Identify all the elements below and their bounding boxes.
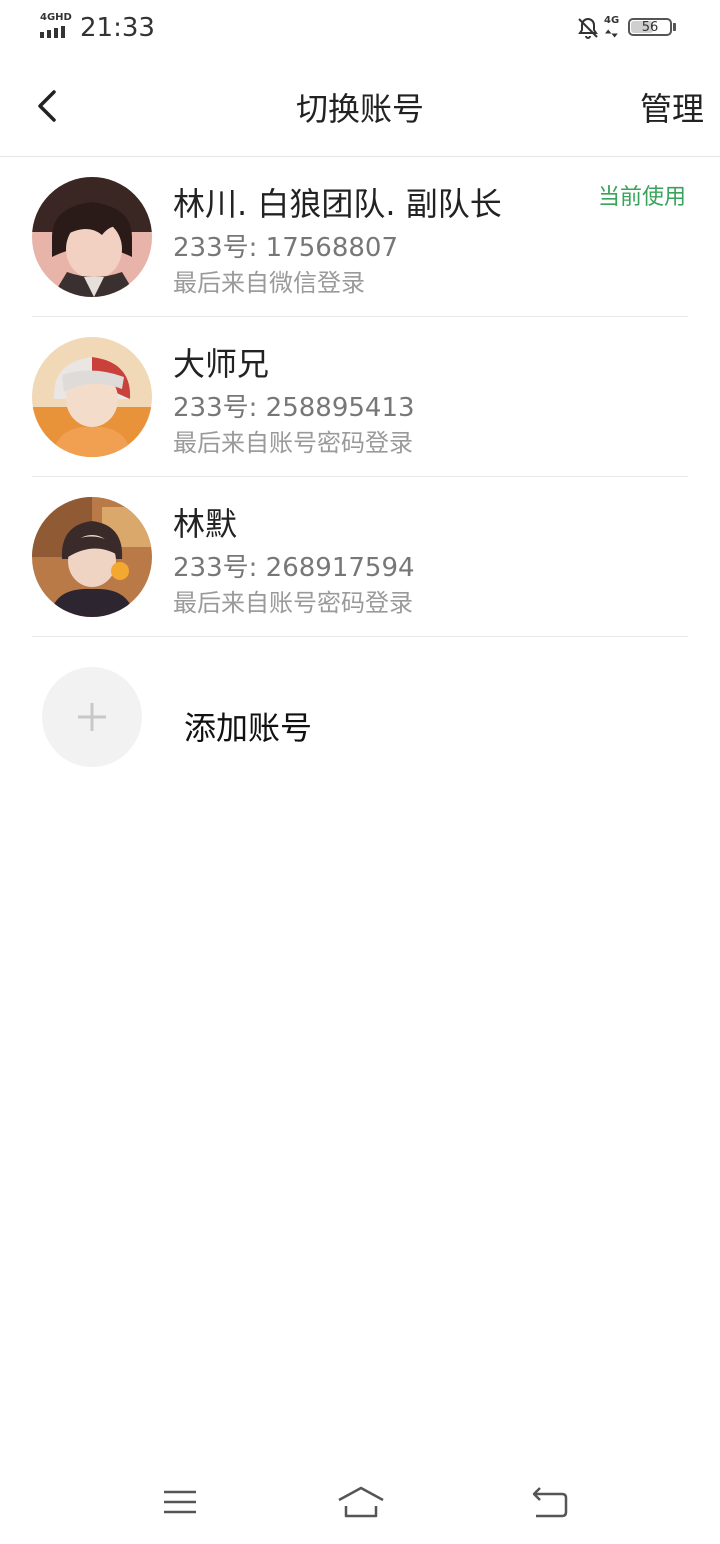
page-title: 切换账号 — [295, 90, 424, 128]
avatar — [32, 177, 152, 297]
account-row[interactable]: 大师兄 233号: 258895413 最后来自账号密码登录 — [0, 317, 720, 477]
last-login: 最后来自微信登录 — [173, 269, 365, 297]
add-account-button[interactable] — [42, 667, 142, 767]
network-4g-icon: 4G — [604, 15, 624, 41]
signal-icon: 4GHD — [38, 12, 72, 42]
manage-button[interactable]: 管理 — [640, 84, 704, 130]
menu-icon[interactable] — [158, 1482, 202, 1522]
home-icon[interactable] — [336, 1482, 386, 1522]
last-login: 最后来自账号密码登录 — [173, 589, 413, 617]
back-nav-icon[interactable] — [528, 1482, 572, 1522]
battery-tip — [673, 23, 676, 31]
account-list: 林川. 白狼团队. 副队长 233号: 17568807 最后来自微信登录 当前… — [0, 157, 720, 797]
account-name: 林默 — [173, 505, 238, 543]
account-row[interactable]: 林默 233号: 268917594 最后来自账号密码登录 — [0, 477, 720, 637]
account-row[interactable]: 林川. 白狼团队. 副队长 233号: 17568807 最后来自微信登录 当前… — [0, 157, 720, 317]
header: 切换账号 管理 — [0, 58, 720, 157]
plus-icon — [78, 703, 106, 731]
network-4g-label: 4G — [604, 15, 620, 26]
account-id: 233号: 17568807 — [173, 233, 398, 263]
status-right: 4G 56 — [576, 14, 680, 44]
add-account-row[interactable]: 添加账号 — [0, 637, 720, 797]
battery-text: 56 — [641, 20, 659, 35]
system-nav-bar — [0, 1460, 720, 1544]
current-badge: 当前使用 — [597, 185, 686, 210]
battery-icon: 56 — [628, 18, 672, 36]
last-login: 最后来自账号密码登录 — [173, 429, 413, 457]
account-id: 233号: 268917594 — [173, 553, 415, 583]
status-bar: 4GHD 21:33 4G 56 — [0, 0, 720, 58]
clock: 21:33 — [80, 13, 155, 43]
account-name: 大师兄 — [173, 345, 270, 383]
account-name: 林川. 白狼团队. 副队长 — [173, 185, 502, 223]
network-type: 4GHD — [40, 12, 72, 23]
account-id: 233号: 258895413 — [173, 393, 415, 423]
add-account-label[interactable]: 添加账号 — [184, 703, 312, 749]
avatar — [32, 337, 152, 457]
bell-muted-icon — [578, 17, 598, 39]
avatar — [32, 497, 152, 617]
